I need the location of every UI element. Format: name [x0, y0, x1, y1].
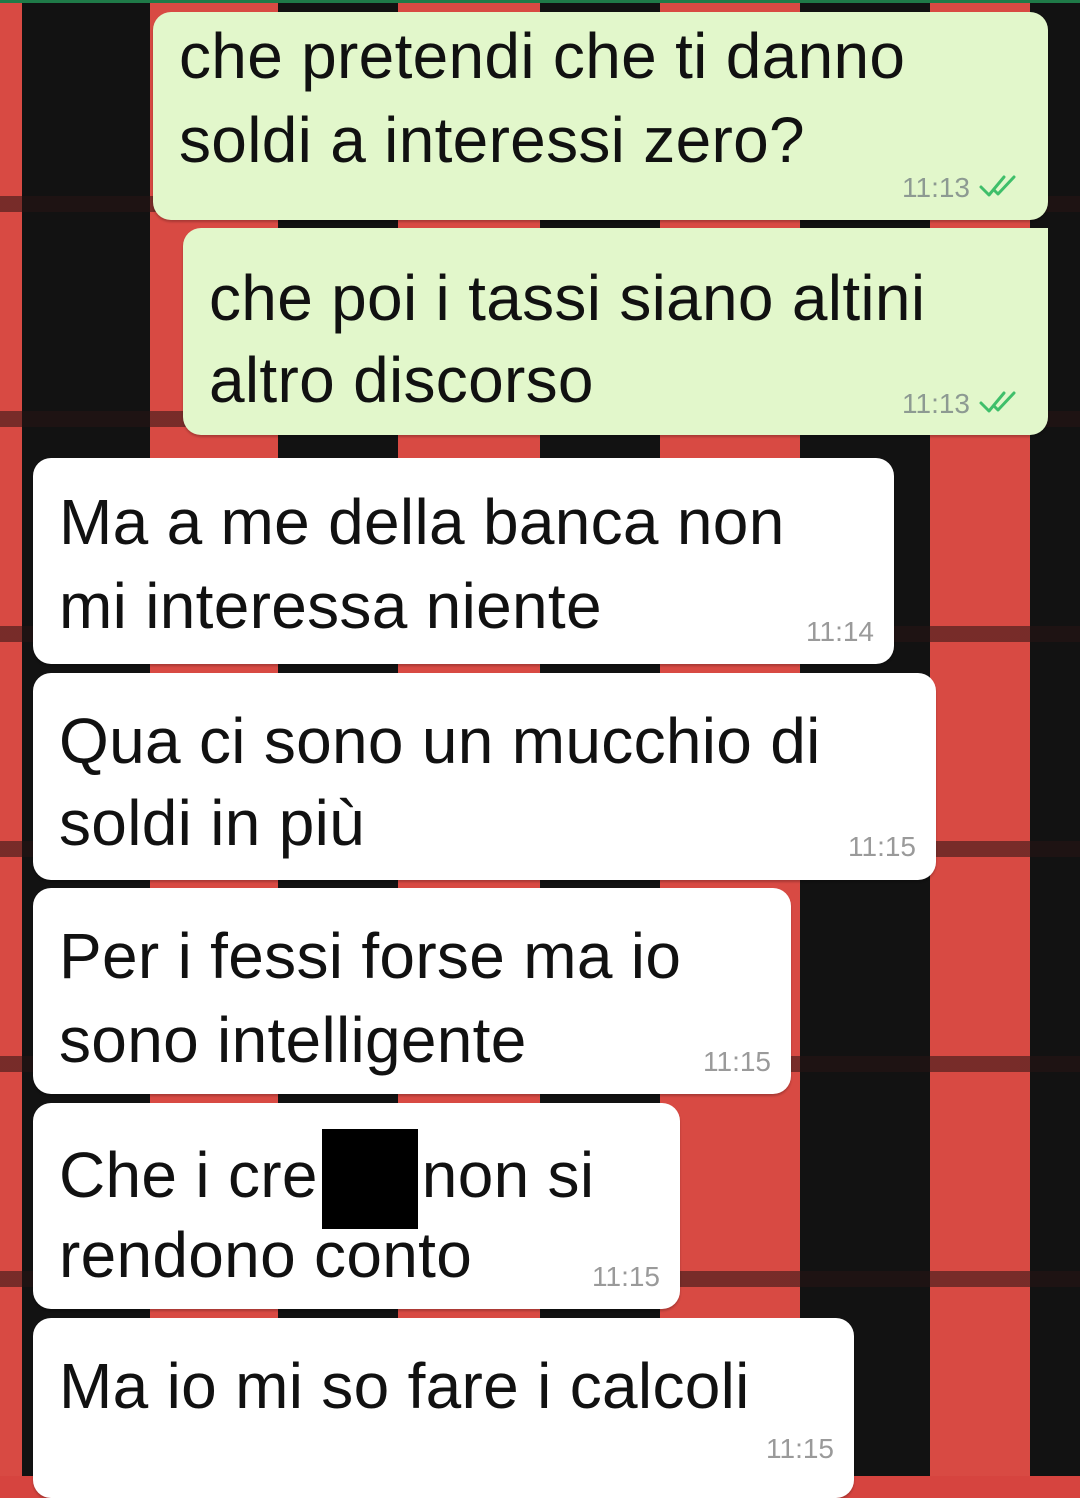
message-time: 11:14	[806, 616, 874, 647]
message-text-line: mi interessa niente	[59, 570, 602, 642]
double-check-icon	[978, 389, 1024, 422]
message-bubble-incoming[interactable]: Per i fessi forse ma io sono intelligent…	[33, 888, 791, 1094]
message-bubble-incoming[interactable]: Ma a me della banca non mi interessa nie…	[33, 458, 894, 664]
message-text-line: altro discorso	[209, 344, 594, 416]
message-text-line: Per i fessi forse ma io	[59, 920, 682, 992]
message-text-part: Che i cre	[59, 1139, 318, 1211]
message-time: 11:13	[902, 388, 970, 419]
message-bubble-incoming[interactable]: Qua ci sono un mucchio di soldi in più 1…	[33, 673, 936, 880]
message-meta: 11:13	[902, 172, 1024, 206]
message-meta: 11:13	[902, 388, 1024, 422]
message-time: 11:15	[703, 1046, 771, 1077]
message-text-line: soldi a interessi zero?	[179, 104, 805, 176]
message-bubble-incoming[interactable]: Che i cre non si rendono conto 11:15	[33, 1103, 680, 1309]
message-text-line: soldi in più	[59, 787, 366, 859]
message-bubble-outgoing[interactable]: che poi i tassi siano altini altro disco…	[183, 228, 1048, 435]
message-time: 11:15	[848, 831, 916, 862]
top-divider	[0, 0, 1080, 3]
message-text-line: Ma io mi so fare i calcoli	[59, 1350, 750, 1422]
message-text-line: sono intelligente	[59, 1004, 527, 1076]
message-text-line: che poi i tassi siano altini	[209, 262, 926, 334]
message-text-line: che pretendi che ti danno	[179, 20, 906, 92]
message-text-part: non si	[421, 1139, 595, 1211]
message-bubble-incoming[interactable]: Ma io mi so fare i calcoli 11:15	[33, 1318, 854, 1498]
message-text-line: rendono conto	[59, 1219, 473, 1291]
message-bubble-outgoing[interactable]: che pretendi che ti danno soldi a intere…	[153, 12, 1048, 220]
message-time: 11:15	[592, 1261, 660, 1292]
message-text-line: Ma a me della banca non	[59, 486, 785, 558]
message-time: 11:13	[902, 172, 970, 203]
message-text-line: Qua ci sono un mucchio di	[59, 705, 821, 777]
message-time: 11:15	[766, 1433, 834, 1464]
double-check-icon	[978, 173, 1024, 206]
